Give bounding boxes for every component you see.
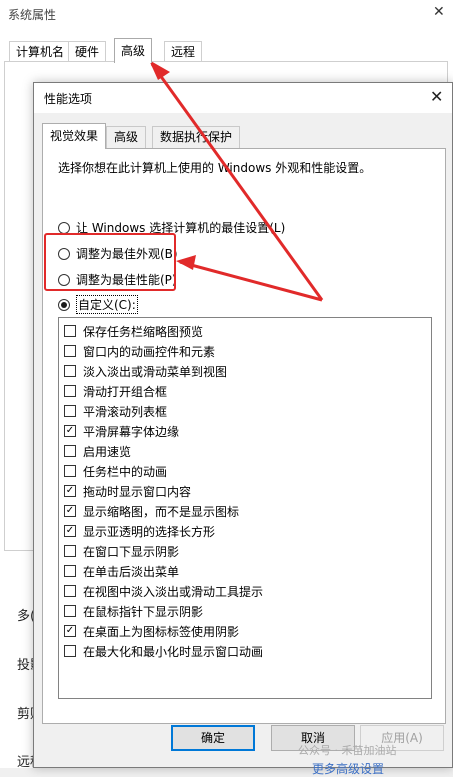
tab-visual-effects[interactable]: 视觉效果 <box>42 123 107 149</box>
arrow-to-radio-options <box>176 255 323 302</box>
tab-advanced[interactable]: 高级 <box>114 38 153 63</box>
annotation-arrows <box>149 60 324 302</box>
arrow-to-advanced-tab <box>149 60 324 301</box>
